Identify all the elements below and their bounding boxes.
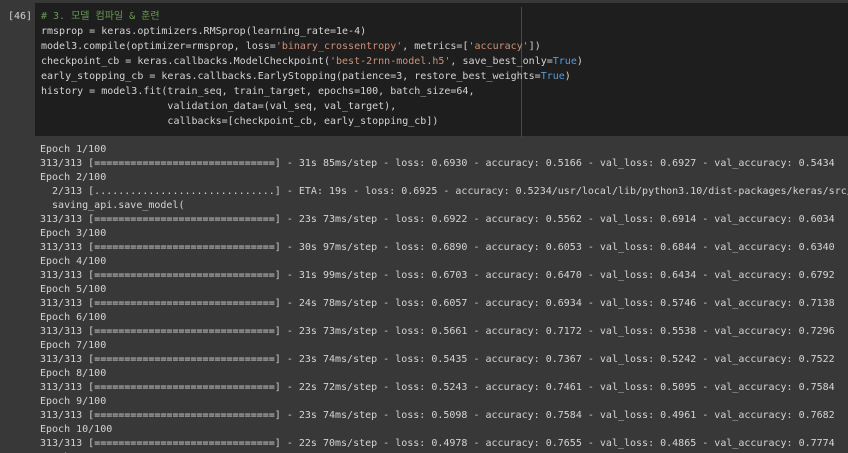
code-token: True xyxy=(552,56,577,67)
output-line: 313/313 [==============================]… xyxy=(40,382,835,393)
code-token: checkpoint_cb = keras.callbacks.ModelChe… xyxy=(41,56,330,67)
output-line: Epoch 10/100 xyxy=(40,424,113,435)
output-log: Epoch 1/100 313/313 [====================… xyxy=(40,143,848,453)
code-line: early_stopping_cb = keras.callbacks.Earl… xyxy=(41,69,583,84)
output-line: Epoch 4/100 xyxy=(40,256,107,267)
code-text[interactable]: # 3. 모델 컴파일 & 훈련 rmsprop = keras.optimize… xyxy=(41,9,583,129)
code-token: 'accuracy' xyxy=(468,41,529,52)
code-token: model3.compile(optimizer=rmsprop, loss= xyxy=(41,41,276,52)
code-line: validation_data=(val_seq, val_target), xyxy=(41,99,583,114)
code-token: early_stopping_cb = keras.callbacks.Earl… xyxy=(41,71,541,82)
code-line: rmsprop = keras.optimizers.RMSprop(learn… xyxy=(41,24,583,39)
code-token: ) xyxy=(576,56,583,67)
code-token: True xyxy=(540,71,565,82)
cell-output: Epoch 1/100 313/313 [====================… xyxy=(0,137,848,453)
output-line: 313/313 [==============================]… xyxy=(40,326,835,337)
output-line: Epoch 1/100 xyxy=(40,144,107,155)
code-line: checkpoint_cb = keras.callbacks.ModelChe… xyxy=(41,54,583,69)
code-line: callbacks=[checkpoint_cb, early_stopping… xyxy=(41,114,583,129)
code-token: callbacks=[checkpoint_cb, early_stopping… xyxy=(41,116,439,127)
execution-count: [46] xyxy=(8,11,33,22)
output-line: saving_api.save_model( xyxy=(40,200,185,211)
output-line: 313/313 [==============================]… xyxy=(40,438,835,449)
code-line: history = model3.fit(train_seq, train_ta… xyxy=(41,84,583,99)
output-line: Epoch 5/100 xyxy=(40,284,107,295)
code-token: 'binary_crossentropy' xyxy=(275,41,403,52)
code-token: ) xyxy=(564,71,571,82)
output-line: 313/313 [==============================]… xyxy=(40,214,835,225)
code-cell[interactable]: [46] # 3. 모델 컴파일 & 훈련 rmsprop = keras.opt… xyxy=(0,0,848,137)
code-token: , metrics=[ xyxy=(402,41,469,52)
code-editor[interactable]: # 3. 모델 컴파일 & 훈련 rmsprop = keras.optimize… xyxy=(35,3,848,137)
output-line: 313/313 [==============================]… xyxy=(40,242,835,253)
code-token: rmsprop = keras.optimizers.RMSprop(learn… xyxy=(41,26,367,37)
output-line: Epoch 3/100 xyxy=(40,228,107,239)
output-line: Epoch 8/100 xyxy=(40,368,107,379)
code-line: # 3. 모델 컴파일 & 훈련 xyxy=(41,9,583,24)
output-line: 313/313 [==============================]… xyxy=(40,270,835,281)
output-line: Epoch 7/100 xyxy=(40,340,107,351)
output-line: 313/313 [==============================]… xyxy=(40,298,835,309)
output-line: 2/313 [..............................] -… xyxy=(40,186,848,197)
code-token: 'best-2rnn-model.h5' xyxy=(329,56,451,67)
code-line: model3.compile(optimizer=rmsprop, loss='… xyxy=(41,39,583,54)
code-token: history = model3.fit(train_seq, train_ta… xyxy=(41,86,475,97)
output-line: Epoch 2/100 xyxy=(40,172,107,183)
code-token: ]) xyxy=(528,41,541,52)
output-line: Epoch 9/100 xyxy=(40,396,107,407)
output-line: 313/313 [==============================]… xyxy=(40,158,835,169)
output-line: 313/313 [==============================]… xyxy=(40,354,835,365)
code-token: # 3. 모델 컴파일 & 훈련 xyxy=(41,11,160,22)
code-token: validation_data=(val_seq, val_target), xyxy=(41,101,397,112)
output-line: 313/313 [==============================]… xyxy=(40,410,835,421)
code-token: , save_best_only= xyxy=(450,56,553,67)
output-line: Epoch 6/100 xyxy=(40,312,107,323)
